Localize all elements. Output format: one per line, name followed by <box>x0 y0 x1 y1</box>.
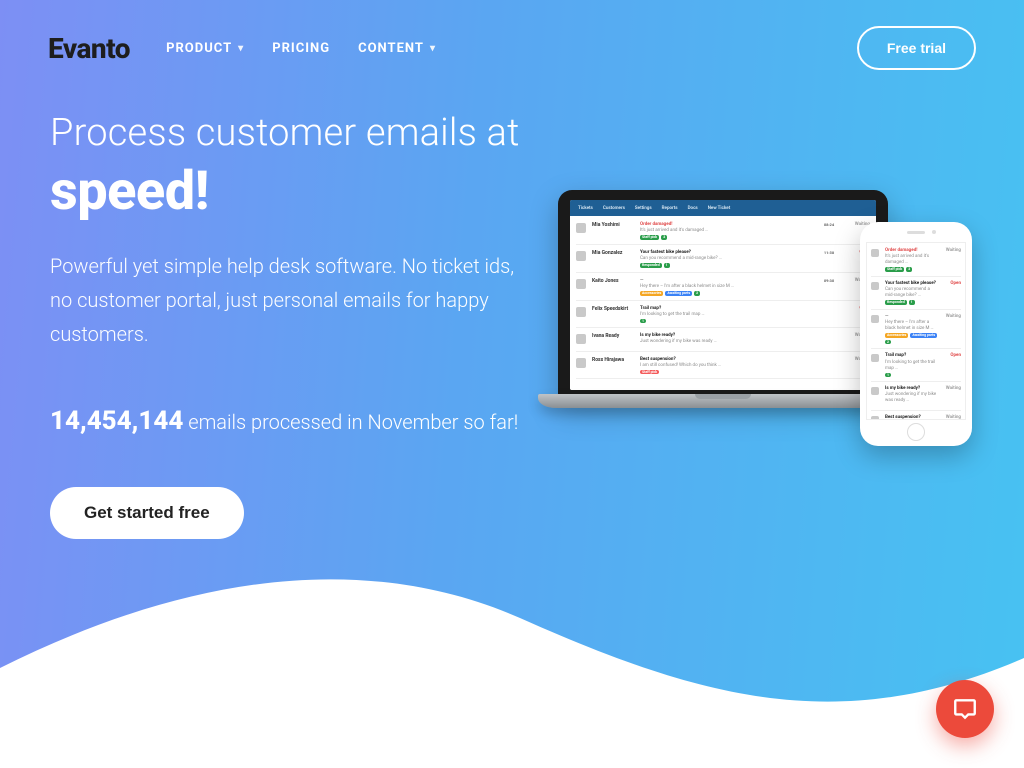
avatar <box>871 354 879 362</box>
ticket-body: Your fastest bike please?Can you recomme… <box>885 281 939 305</box>
ticket-body: Order damaged!It's just arrived and it's… <box>885 248 939 272</box>
ticket-row: Kaito Jones —Hey there – I'm after a blac… <box>576 276 870 301</box>
ticket-row: Felix Speedskirt Trail map?I'm looking to… <box>576 304 870 329</box>
mockapp-tab: Docs <box>688 206 698 211</box>
mockapp-tab: New Ticket <box>708 206 730 211</box>
brand-logo[interactable]: Evanto <box>48 32 130 65</box>
ticket-time: 11:58 <box>818 250 840 255</box>
nav-item-label: PRICING <box>272 41 330 56</box>
ticket-name: Ivana Ready <box>592 333 636 339</box>
nav-menu: PRODUCT ▾ PRICING CONTENT ▾ <box>166 41 436 56</box>
mockapp-tab: Reports <box>662 206 678 211</box>
device-mockup: Tickets Customers Settings Reports Docs … <box>538 190 998 490</box>
chevron-down-icon: ▾ <box>430 43 436 54</box>
ticket-status: Waiting <box>943 248 961 253</box>
avatar <box>576 307 586 317</box>
hero-subtext: Powerful yet simple help desk software. … <box>50 249 530 351</box>
avatar <box>576 334 586 344</box>
avatar <box>871 416 879 420</box>
ticket-body: Your fastest bike please?Can you recomme… <box>640 250 814 268</box>
mockapp-ticket-list: Mia Yoshimi Order damaged!It's just arriv… <box>570 216 876 390</box>
ticket-time: 08:24 <box>818 222 840 227</box>
ticket-name: Mia Yoshimi <box>592 222 636 228</box>
laptop-screen: Tickets Customers Settings Reports Docs … <box>570 200 876 390</box>
ticket-row: Best suspension?I am still confused! Whi… <box>871 413 961 420</box>
hero-counter-number: 14,454,144 <box>50 406 183 436</box>
nav-item-label: CONTENT <box>358 41 424 56</box>
ticket-body: —Hey there – I'm after a black helmet in… <box>885 314 939 345</box>
chat-icon <box>952 696 978 722</box>
nav-item-content[interactable]: CONTENT ▾ <box>358 41 436 56</box>
ticket-body: Order damaged!It's just arrived and it's… <box>640 222 814 240</box>
ticket-body: Trail map?I'm looking to get the trail m… <box>640 306 814 324</box>
free-trial-button[interactable]: Free trial <box>857 26 976 70</box>
ticket-row: Mia Gonzalez Your fastest bike please?Can… <box>576 248 870 273</box>
avatar <box>871 387 879 395</box>
avatar <box>871 249 879 257</box>
ticket-body: Trail map?I'm looking to get the trail m… <box>885 353 939 377</box>
ticket-name: Ross Hirajawa <box>592 357 636 363</box>
wave-divider <box>0 538 1024 768</box>
hero-content: Process customer emails at speed! Powerf… <box>50 110 530 539</box>
ticket-status: Waiting <box>943 314 961 319</box>
mockapp-ticket-list-mobile: Order damaged!It's just arrived and it's… <box>867 243 965 420</box>
ticket-body: Is my bike ready?Just wondering if my bi… <box>640 333 814 346</box>
avatar <box>871 315 879 323</box>
hero-headline-line1: Process customer emails at <box>50 110 530 158</box>
ticket-row: Order damaged!It's just arrived and it's… <box>871 246 961 277</box>
laptop-mockup: Tickets Customers Settings Reports Docs … <box>538 190 908 430</box>
nav-item-product[interactable]: PRODUCT ▾ <box>166 41 244 56</box>
ticket-body: Is my bike ready?Just wondering if my bi… <box>885 386 939 405</box>
ticket-row: Your fastest bike please?Can you recomme… <box>871 279 961 310</box>
chevron-down-icon: ▾ <box>238 43 244 54</box>
ticket-status: Open <box>943 281 961 286</box>
top-nav: Evanto PRODUCT ▾ PRICING CONTENT ▾ Free … <box>0 20 1024 76</box>
ticket-name: Mia Gonzalez <box>592 250 636 256</box>
phone-mockup: Order damaged!It's just arrived and it's… <box>860 222 972 446</box>
nav-item-pricing[interactable]: PRICING <box>272 41 330 56</box>
get-started-button[interactable]: Get started free <box>50 487 244 539</box>
mockapp-tab: Tickets <box>578 206 593 211</box>
hero-headline-line2: speed! <box>50 160 530 223</box>
avatar <box>576 251 586 261</box>
ticket-row: Trail map?I'm looking to get the trail m… <box>871 351 961 382</box>
avatar <box>576 223 586 233</box>
ticket-body: Best suspension?I am still confused! Whi… <box>640 357 814 375</box>
ticket-name: Felix Speedskirt <box>592 306 636 312</box>
ticket-row: Ross Hirajawa Best suspension?I am still … <box>576 355 870 380</box>
mockapp-tabs: Tickets Customers Settings Reports Docs … <box>570 200 876 216</box>
ticket-status: Waiting <box>943 386 961 391</box>
ticket-row: Is my bike ready?Just wondering if my bi… <box>871 384 961 410</box>
ticket-time: 09:30 <box>818 278 840 283</box>
ticket-row: Ivana Ready Is my bike ready?Just wonderi… <box>576 331 870 351</box>
hero-counter: 14,454,144 emails processed in November … <box>50 399 530 443</box>
avatar <box>576 358 586 368</box>
ticket-name: Kaito Jones <box>592 278 636 284</box>
ticket-row: —Hey there – I'm after a black helmet in… <box>871 312 961 350</box>
ticket-body: —Hey there – I'm after a black helmet in… <box>640 278 814 296</box>
ticket-body: Best suspension?I am still confused! Whi… <box>885 415 939 420</box>
avatar <box>576 279 586 289</box>
mockapp-tab: Settings <box>635 206 652 211</box>
phone-screen: Order damaged!It's just arrived and it's… <box>866 242 966 420</box>
ticket-status: Waiting <box>943 415 961 420</box>
mockapp-tab: Customers <box>603 206 625 211</box>
hero-section: Evanto PRODUCT ▾ PRICING CONTENT ▾ Free … <box>0 0 1024 768</box>
ticket-row: Mia Yoshimi Order damaged!It's just arriv… <box>576 220 870 245</box>
hero-counter-rest: emails processed in November so far! <box>183 410 518 434</box>
chat-fab[interactable] <box>936 680 994 738</box>
nav-item-label: PRODUCT <box>166 41 232 56</box>
avatar <box>871 282 879 290</box>
ticket-status: Open <box>943 353 961 358</box>
